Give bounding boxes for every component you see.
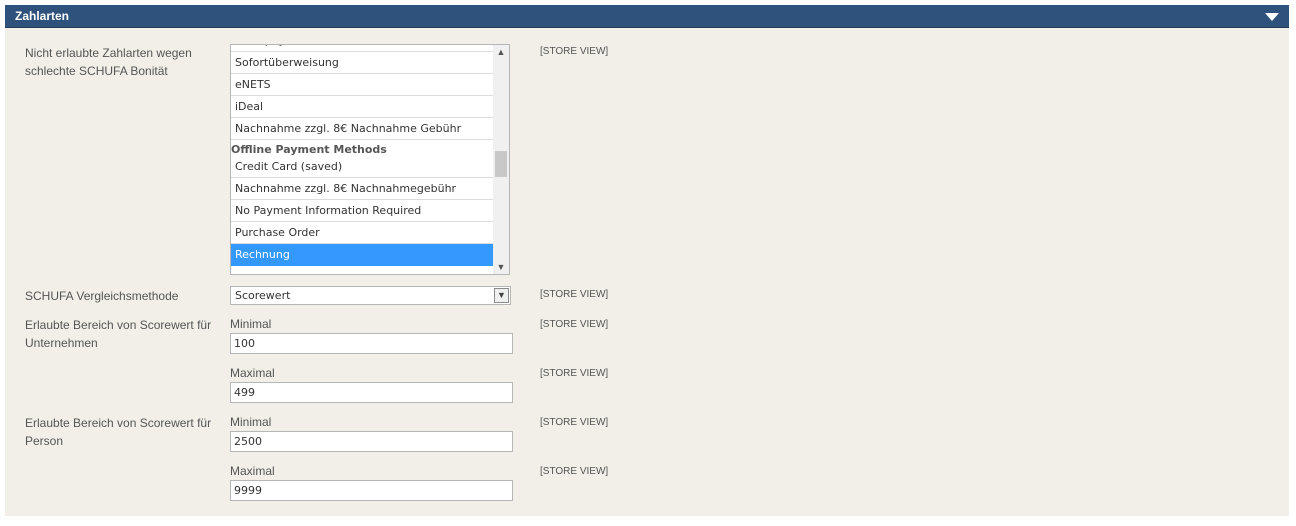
person-min-label: Minimal xyxy=(230,415,272,429)
disallowed-methods-label: Nicht erlaubte Zahlarten wegen schlechte… xyxy=(25,46,192,78)
section-title: Zahlarten xyxy=(15,9,70,23)
scope-label-person-min: [STORE VIEW] xyxy=(540,417,609,428)
person-max-input[interactable]: 9999 xyxy=(230,480,513,501)
multiselect-option[interactable]: No Payment Information Required xyxy=(231,200,493,222)
company-max-label: Maximal xyxy=(230,366,275,380)
comparison-method-select[interactable]: Scorewert ▼ xyxy=(230,286,511,305)
company-min-input[interactable]: 100 xyxy=(230,333,513,354)
section-header[interactable]: Zahlarten xyxy=(5,5,1289,28)
multiselect-options: PostepaySofortüberweisungeNETSiDealNachn… xyxy=(231,45,493,266)
person-range-label: Erlaubte Bereich von Scorewert für Perso… xyxy=(25,416,212,448)
chevron-down-icon[interactable]: ▼ xyxy=(494,288,509,303)
multiselect-option[interactable]: Nachnahme zzgl. 8€ Nachnahmegebühr xyxy=(231,178,493,200)
multiselect-option[interactable]: Sofortüberweisung xyxy=(231,52,493,74)
multiselect-option[interactable]: Rechnung xyxy=(231,244,493,266)
scope-label-disallowed: [STORE VIEW] xyxy=(540,46,609,57)
option-group-label: Offline Payment Methods xyxy=(231,143,387,156)
scroll-up-arrow-icon[interactable]: ▲ xyxy=(493,45,509,59)
multiselect-option[interactable]: eNETS xyxy=(231,74,493,96)
scroll-down-arrow-icon[interactable]: ▼ xyxy=(493,260,509,274)
company-min-label: Minimal xyxy=(230,317,272,331)
scope-label-person-max: [STORE VIEW] xyxy=(540,466,609,477)
comparison-method-label: SCHUFA Vergleichsmethode xyxy=(25,289,179,303)
multiselect-option[interactable]: iDeal xyxy=(231,96,493,118)
multiselect-option[interactable]: Purchase Order xyxy=(231,222,493,244)
collapse-triangle-icon[interactable] xyxy=(1265,13,1279,21)
payment-methods-section: Zahlarten Nicht erlaubte Zahlarten wegen… xyxy=(5,5,1289,516)
multiselect-option[interactable]: Nachnahme zzgl. 8€ Nachnahme Gebühr xyxy=(231,118,493,140)
scope-label-company-min: [STORE VIEW] xyxy=(540,319,609,330)
scope-label-company-max: [STORE VIEW] xyxy=(540,368,609,379)
scroll-thumb[interactable] xyxy=(495,151,507,177)
person-min-input[interactable]: 2500 xyxy=(230,431,513,452)
multiselect-option[interactable]: Credit Card (saved) xyxy=(231,158,493,178)
scope-label-method: [STORE VIEW] xyxy=(540,289,609,300)
disallowed-methods-multiselect[interactable]: PostepaySofortüberweisungeNETSiDealNachn… xyxy=(230,44,510,275)
person-max-label: Maximal xyxy=(230,464,275,478)
comparison-method-value: Scorewert xyxy=(235,289,291,302)
company-range-label: Erlaubte Bereich von Scorewert für Unter… xyxy=(25,318,212,350)
company-max-input[interactable]: 499 xyxy=(230,382,513,403)
multiselect-scrollbar[interactable]: ▲ ▼ xyxy=(493,45,509,274)
multiselect-option[interactable]: Postepay xyxy=(231,45,493,52)
